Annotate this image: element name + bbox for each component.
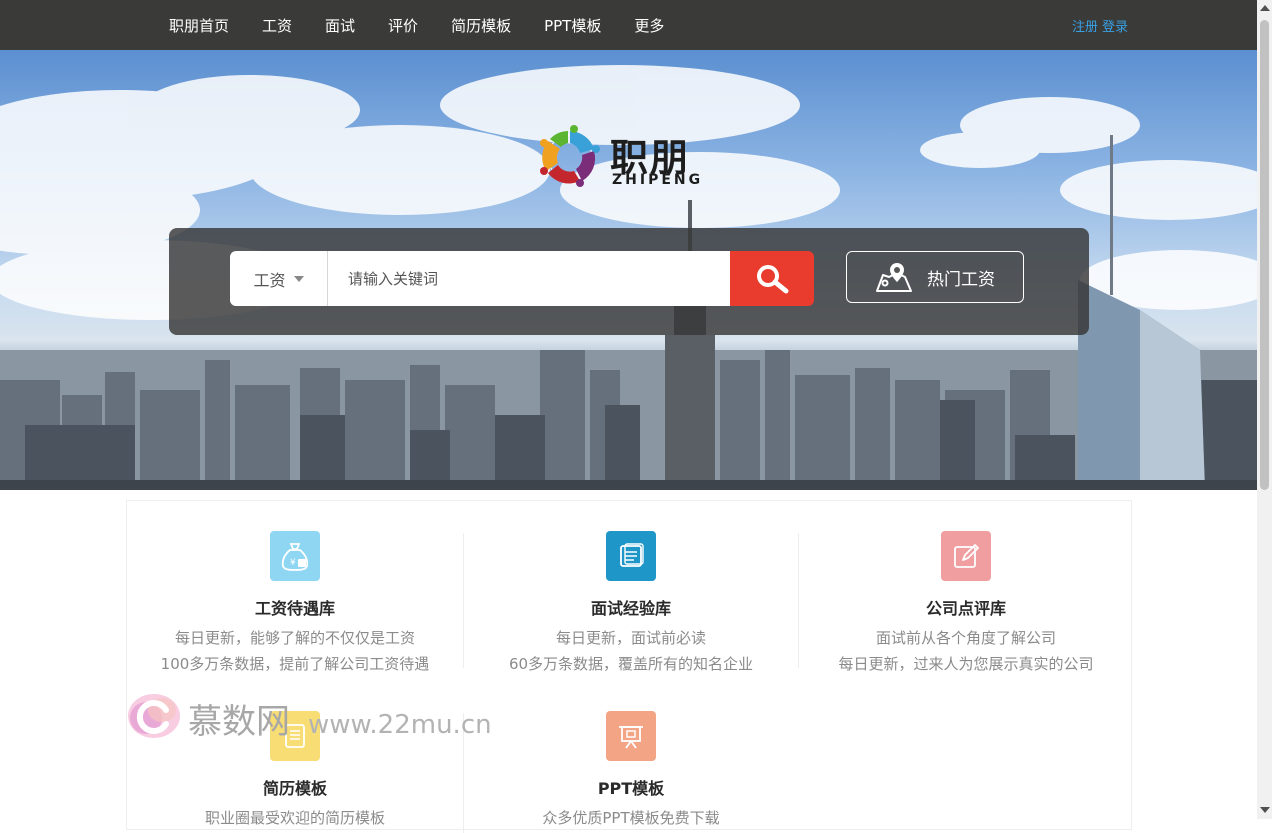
feature-desc-line1: 每日更新，能够了解的不仅仅是工资	[174, 629, 415, 647]
feature-desc-line2: 100多万条数据，提前了解公司工资待遇	[160, 655, 430, 673]
map-pin-icon	[876, 263, 912, 292]
nav-item-interview[interactable]: 面试	[325, 15, 355, 36]
search-type-select[interactable]: 工资	[230, 251, 328, 306]
watermark: 慕数网 www.22mu.cn	[124, 688, 492, 744]
logo-text-en: ZHIPENG	[612, 172, 704, 188]
search-type-label: 工资	[253, 270, 286, 290]
nav-item-home[interactable]: 职朋首页	[169, 15, 229, 36]
scroll-up-arrow-icon[interactable]	[1260, 5, 1270, 11]
feature-title: 面试经验库	[590, 599, 671, 618]
nav-item-ppt-templates[interactable]: PPT模板	[544, 15, 601, 36]
nav-item-review[interactable]: 评价	[388, 15, 418, 36]
feature-desc-line1: 每日更新，面试前必读	[555, 629, 706, 647]
search-panel: 工资 热门工资	[169, 228, 1089, 335]
feature-title: 工资待遇库	[254, 599, 335, 618]
feature-desc-line2: 60多万条数据，覆盖所有的知名企业	[508, 655, 754, 673]
svg-text:¥: ¥	[290, 558, 296, 568]
logo-emblem-icon	[540, 125, 600, 187]
page-scrollbar[interactable]	[1257, 0, 1272, 819]
search-button[interactable]	[730, 251, 814, 306]
scroll-thumb[interactable]	[1260, 20, 1269, 490]
book-icon	[606, 531, 656, 581]
search-icon	[757, 264, 789, 293]
edit-icon	[941, 531, 991, 581]
feature-desc-line1: 面试前从各个角度了解公司	[875, 629, 1056, 647]
caret-down-icon	[293, 275, 304, 282]
feature-title: 公司点评库	[925, 599, 1006, 618]
feature-title: PPT模板	[597, 779, 665, 798]
feature-interview[interactable]: 面试经验库 每日更新，面试前必读 60多万条数据，覆盖所有的知名企业	[463, 531, 799, 677]
feature-salary[interactable]: ¥ 工资待遇库 每日更新，能够了解的不仅仅是工资 100多万条数据，提前了解公司…	[127, 531, 463, 677]
feature-desc-line1: 职业圈最受欢迎的简历模板	[204, 809, 385, 827]
watermark-text: 慕数网	[188, 702, 290, 742]
auth-links: 注册 登录	[1072, 0, 1128, 50]
feature-desc-line2: 每日更新，过来人为您展示真实的公司	[838, 655, 1094, 673]
nav-item-more[interactable]: 更多	[634, 15, 664, 36]
watermark-logo-icon	[128, 694, 180, 738]
nav-links: 职朋首页 工资 面试 评价 简历模板 PPT模板 更多	[169, 0, 697, 50]
money-bag-icon: ¥	[270, 531, 320, 581]
hot-salary-label: 热门工资	[927, 269, 995, 290]
feature-desc-line1: 众多优质PPT模板免费下载	[542, 809, 720, 827]
nav-item-resume-templates[interactable]: 简历模板	[451, 15, 511, 36]
presentation-icon	[606, 711, 656, 761]
login-link[interactable]: 登录	[1102, 16, 1128, 35]
hot-salary-button[interactable]: 热门工资	[846, 251, 1024, 303]
feature-ppt-templates[interactable]: PPT模板 众多优质PPT模板免费下载	[463, 711, 799, 831]
hero-banner: 职朋 ZHIPENG 工资 热门工资	[0, 50, 1257, 490]
feature-grid: ¥ 工资待遇库 每日更新，能够了解的不仅仅是工资 100多万条数据，提前了解公司…	[126, 500, 1134, 833]
site-logo[interactable]: 职朋 ZHIPENG	[534, 121, 734, 193]
feature-title: 简历模板	[262, 779, 327, 798]
feature-company-review[interactable]: 公司点评库 面试前从各个角度了解公司 每日更新，过来人为您展示真实的公司	[798, 531, 1134, 677]
search-input[interactable]	[328, 251, 730, 306]
top-nav: 职朋首页 工资 面试 评价 简历模板 PPT模板 更多 注册 登录	[0, 0, 1257, 50]
nav-item-salary[interactable]: 工资	[262, 15, 292, 36]
register-link[interactable]: 注册	[1072, 16, 1098, 35]
scroll-down-arrow-icon[interactable]	[1260, 807, 1270, 813]
watermark-url: www.22mu.cn	[308, 710, 492, 740]
